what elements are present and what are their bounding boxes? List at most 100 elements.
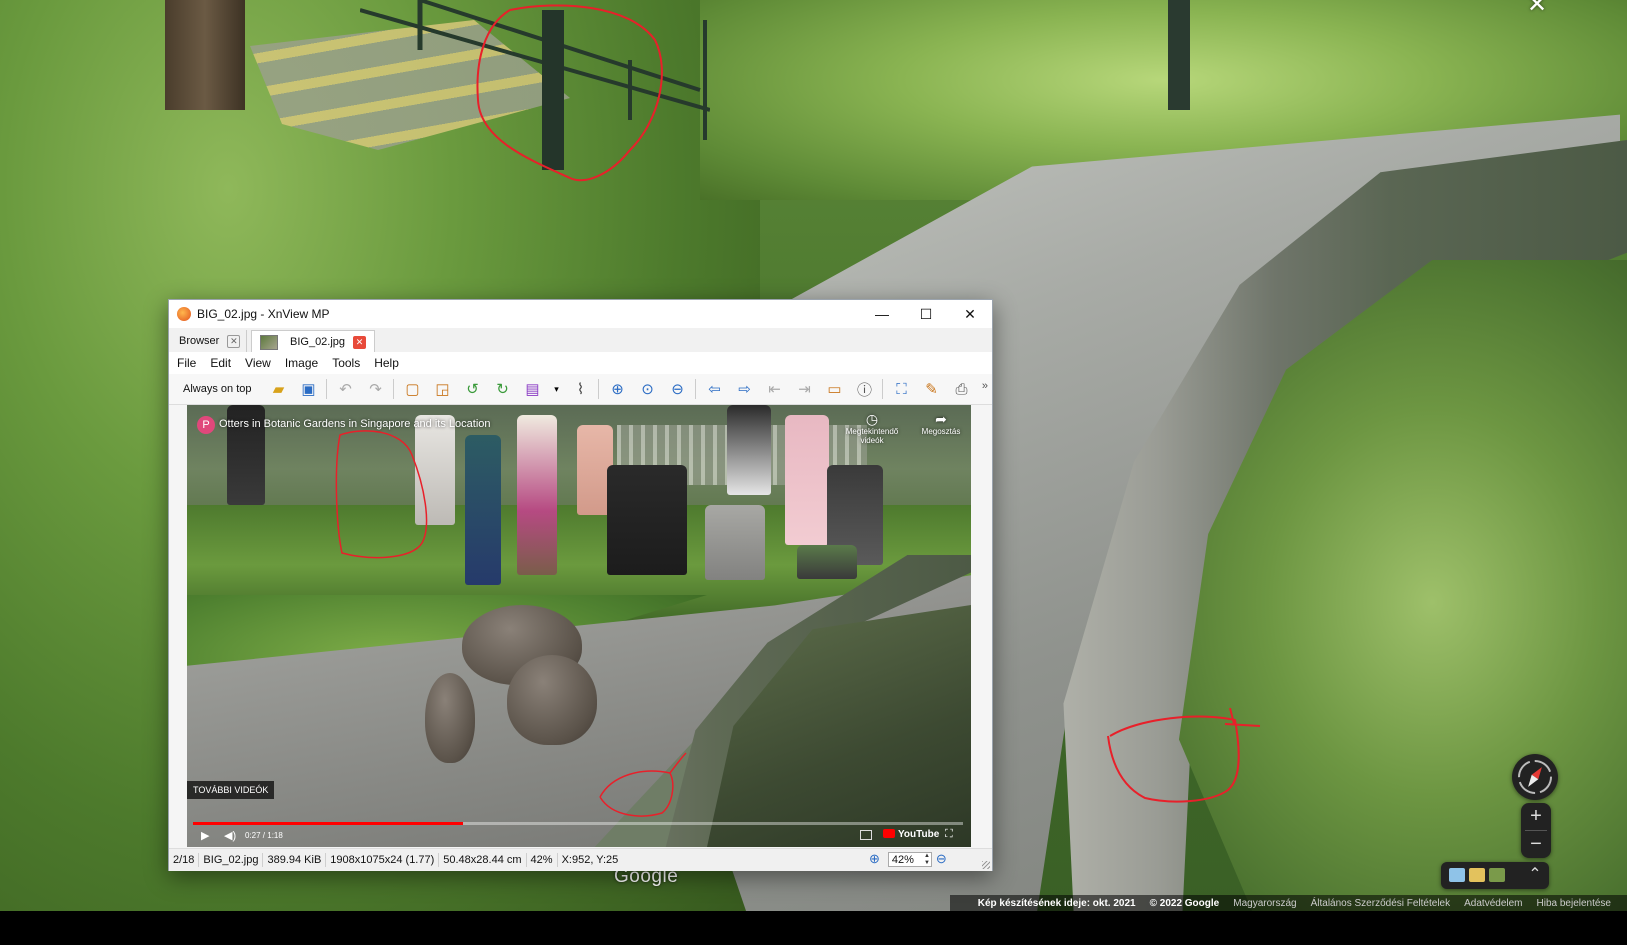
rotate-right-icon[interactable]: ↻ <box>491 378 513 400</box>
window-title: BIG_02.jpg - XnView MP <box>197 307 330 321</box>
play-icon[interactable]: ▶ <box>201 829 209 842</box>
undo-icon[interactable]: ↶ <box>334 378 356 400</box>
histogram-icon[interactable]: ⌇ <box>569 378 591 400</box>
xnview-window: BIG_02.jpg - XnView MP — ☐ ✕ Browser ✕ B… <box>168 299 993 871</box>
share-button[interactable]: ➦ Megosztás <box>913 411 969 436</box>
menu-view[interactable]: View <box>245 356 271 370</box>
menu-image[interactable]: Image <box>285 356 318 370</box>
previous-icon[interactable]: ⇦ <box>703 378 725 400</box>
toolbar-overflow-icon[interactable]: » <box>982 380 988 392</box>
tab-image[interactable]: BIG_02.jpg ✕ <box>251 330 376 353</box>
menu-tools[interactable]: Tools <box>332 356 360 370</box>
menu-file[interactable]: File <box>177 356 196 370</box>
crop-icon[interactable]: ▢ <box>401 378 423 400</box>
person-figure <box>785 415 829 545</box>
redo-icon[interactable]: ↷ <box>364 378 386 400</box>
maximize-button[interactable]: ☐ <box>904 300 948 328</box>
image-date: Kép készítésének ideje: okt. 2021 <box>977 897 1136 909</box>
close-icon[interactable]: ✕ <box>1524 0 1550 18</box>
slideshow-icon[interactable]: ▭ <box>823 378 845 400</box>
fullscreen-icon[interactable]: ⛶ <box>890 378 912 400</box>
person-figure <box>705 505 765 580</box>
zoom-out-icon[interactable]: ⊖ <box>936 851 947 867</box>
privacy-link[interactable]: Adatvédelem <box>1464 898 1522 909</box>
video-title[interactable]: Otters in Botanic Gardens in Singapore a… <box>219 418 491 430</box>
captions-icon[interactable] <box>860 830 872 840</box>
save-icon[interactable]: ▣ <box>297 378 319 400</box>
last-page-icon[interactable]: ⇥ <box>793 378 815 400</box>
person-figure <box>465 435 501 585</box>
divider <box>598 379 600 399</box>
progress-fill <box>193 822 463 825</box>
volume-icon[interactable]: ◀) <box>224 829 236 842</box>
expand-caret-icon[interactable]: ⌃ <box>1525 865 1545 885</box>
layers-control[interactable]: ⌃ <box>1441 862 1549 889</box>
close-button[interactable]: ✕ <box>948 300 992 328</box>
layer-thumb-map[interactable] <box>1449 868 1465 882</box>
tab-label: BIG_02.jpg <box>290 336 346 348</box>
tab-browser[interactable]: Browser ✕ <box>173 330 248 352</box>
menu-bar: File Edit View Image Tools Help <box>169 352 992 374</box>
zoom-out-icon[interactable]: ⊖ <box>666 378 688 400</box>
clock-icon: ◷ <box>865 411 879 427</box>
adjust-colors-icon[interactable]: ▤ <box>521 378 543 400</box>
tab-bar: Browser ✕ BIG_02.jpg ✕ <box>169 328 992 353</box>
zoom-fit-icon[interactable]: ⊙ <box>636 378 658 400</box>
youtube-logo[interactable]: YouTube <box>883 829 939 840</box>
country-link[interactable]: Magyarország <box>1233 898 1296 909</box>
settings-icon[interactable]: ✎ <box>920 378 942 400</box>
always-on-top-button[interactable]: Always on top <box>183 383 251 395</box>
watch-later-label: Megtekintendő videók <box>845 427 899 445</box>
title-bar[interactable]: BIG_02.jpg - XnView MP — ☐ ✕ <box>169 300 992 328</box>
first-page-icon[interactable]: ⇤ <box>763 378 785 400</box>
zoom-out-button[interactable]: − <box>1521 831 1551 858</box>
zoom-level: 42% <box>527 853 558 867</box>
print-icon[interactable]: ⎙ <box>950 378 972 400</box>
screen-bottom-bar <box>0 911 1627 945</box>
share-arrow-icon: ➦ <box>935 411 947 427</box>
zoom-in-icon[interactable]: ⊕ <box>606 378 628 400</box>
tab-close-icon[interactable]: ✕ <box>227 334 241 348</box>
tab-label: Browser <box>179 335 220 347</box>
layer-thumb-streetview[interactable] <box>1469 868 1485 882</box>
menu-edit[interactable]: Edit <box>210 356 231 370</box>
channel-avatar[interactable]: P <box>197 416 215 434</box>
toolbar: Always on top ▰ ▣ ↶ ↷ ▢ ◲ ↺ ↻ ▤ ▾ ⌇ ⊕ ⊙ … <box>169 374 992 405</box>
resize-icon[interactable]: ◲ <box>431 378 453 400</box>
lamp-post <box>1168 0 1190 110</box>
zoom-in-icon[interactable]: ⊕ <box>869 851 880 867</box>
chevron-down-icon[interactable]: ▾ <box>551 378 561 400</box>
layer-thumb-satellite[interactable] <box>1489 868 1505 882</box>
divider <box>882 379 884 399</box>
rotate-left-icon[interactable]: ↺ <box>461 378 483 400</box>
divider <box>393 379 395 399</box>
zoom-input-value: 42% <box>891 853 914 866</box>
video-time: 0:27 / 1:18 <box>245 831 283 840</box>
next-icon[interactable]: ⇨ <box>733 378 755 400</box>
resize-grip-icon[interactable] <box>982 861 990 869</box>
fullscreen-icon[interactable]: ⛶ <box>945 828 953 841</box>
tab-close-icon[interactable]: ✕ <box>353 335 367 349</box>
video-progress-bar[interactable] <box>193 822 963 825</box>
divider <box>695 379 697 399</box>
terms-link[interactable]: Általános Szerződési Feltételek <box>1311 898 1451 909</box>
zoom-input[interactable]: 42% ▲ ▼ <box>887 851 932 867</box>
displayed-image[interactable]: P Otters in Botanic Gardens in Singapore… <box>187 405 971 847</box>
menu-help[interactable]: Help <box>374 356 399 370</box>
handrail <box>359 0 711 140</box>
person-figure <box>797 545 857 579</box>
minimize-button[interactable]: — <box>860 300 904 328</box>
zoom-controls: ⊕ 42% ▲ ▼ ⊖ <box>869 851 947 867</box>
watch-later-button[interactable]: ◷ Megtekintendő videók <box>837 411 907 445</box>
spinner-icon[interactable]: ▲ ▼ <box>924 853 930 867</box>
image-viewport[interactable]: P Otters in Botanic Gardens in Singapore… <box>169 405 992 847</box>
compass-icon[interactable] <box>1512 754 1558 800</box>
properties-icon[interactable]: ⓘ <box>853 378 875 400</box>
person-figure <box>727 405 771 495</box>
zoom-in-button[interactable]: + <box>1521 803 1551 830</box>
report-link[interactable]: Hiba bejelentése <box>1537 898 1612 909</box>
file-size: 389.94 KiB <box>263 853 327 867</box>
open-folder-icon[interactable]: ▰ <box>267 378 289 400</box>
cursor-position: X:952, Y:25 <box>561 854 619 866</box>
more-videos-button[interactable]: TOVÁBBI VIDEÓK <box>187 781 275 799</box>
